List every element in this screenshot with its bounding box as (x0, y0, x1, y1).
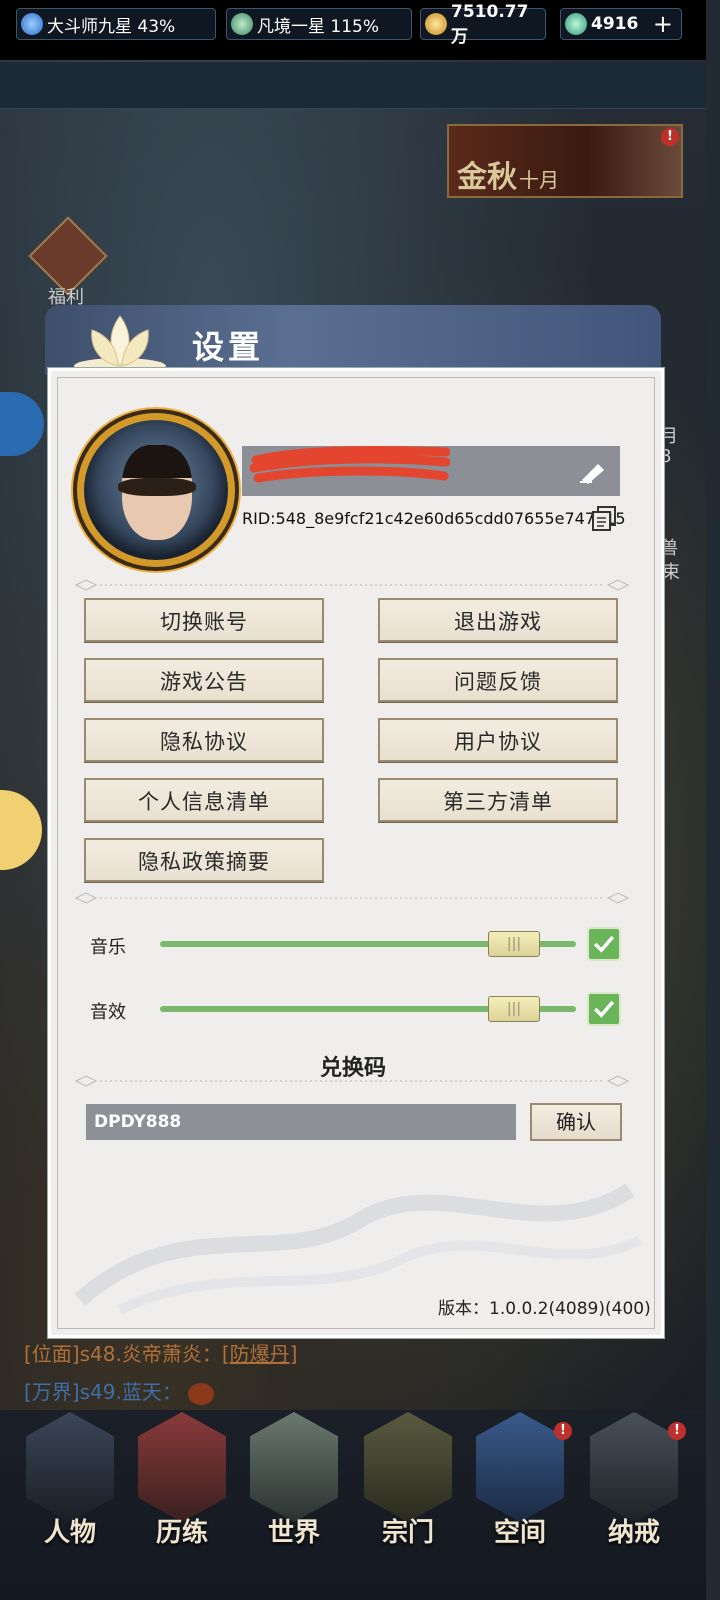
switch-account-button[interactable]: 切换账号 (84, 598, 324, 642)
redeem-code-input[interactable] (86, 1104, 516, 1140)
announcement-button[interactable]: 游戏公告 (84, 658, 324, 702)
chat-channel: [位面] (24, 1342, 80, 1366)
chat-line[interactable]: [位面]s48.炎帝萧炎：[防爆丹] (24, 1338, 297, 1367)
tab-label: 历练 (155, 1518, 208, 1548)
privacy-summary-button[interactable]: 隐私政策摘要 (84, 838, 324, 882)
jade-gem-icon (565, 13, 587, 35)
section-divider (74, 579, 630, 591)
event-banner[interactable]: 金秋 十月 ! (447, 124, 683, 198)
sfx-slider-handle[interactable]: ||| (488, 996, 540, 1022)
music-toggle[interactable] (587, 927, 621, 961)
exit-game-button[interactable]: 退出游戏 (378, 598, 618, 642)
copy-icon[interactable] (590, 505, 618, 531)
avatar-mask (118, 478, 196, 496)
personal-info-list-button[interactable]: 个人信息清单 (84, 778, 324, 822)
event-banner-title: 金秋 (457, 160, 517, 195)
tab-label: 纳戒 (607, 1518, 660, 1548)
cloud-decoration (74, 1183, 643, 1315)
music-label: 音乐 (90, 937, 126, 958)
event-banner-subtitle: 十月 (519, 168, 559, 192)
add-currency-button[interactable]: + (653, 12, 673, 36)
checkmark-icon (593, 935, 615, 953)
rid-text: RID:548_8e9fcf21c42e60d65cdd07655e747b15 (242, 509, 626, 528)
version-text: 版本：1.0.0.2(4089)(400) (438, 1299, 651, 1319)
dialog-title: 设置 (192, 328, 265, 366)
privacy-agreement-button[interactable]: 隐私协议 (84, 718, 324, 762)
feedback-button[interactable]: 问题反馈 (378, 658, 618, 702)
jade-spiral-icon (231, 13, 253, 35)
sfx-label: 音效 (90, 1002, 126, 1023)
lotus-icon (74, 315, 166, 374)
music-slider-handle[interactable]: ||| (488, 931, 540, 957)
chat-sender: s48.炎帝萧炎： (79, 1342, 222, 1366)
gold-coin-icon (425, 13, 447, 35)
edit-name-icon[interactable] (578, 458, 610, 484)
event-alert-badge: ! (661, 128, 679, 146)
resource-label: 7510.77万 (451, 1, 529, 47)
resource-bar (0, 62, 706, 109)
tab-label: 宗门 (381, 1518, 434, 1548)
section-divider (74, 892, 630, 904)
tab-ring-badge: ! (668, 1422, 686, 1440)
user-agreement-button[interactable]: 用户协议 (378, 718, 618, 762)
resource-label: 凡境一星 115% (257, 16, 380, 37)
checkmark-icon (593, 1000, 615, 1018)
tab-space-badge: ! (554, 1422, 572, 1440)
third-party-list-button[interactable]: 第三方清单 (378, 778, 618, 822)
resource-gold[interactable]: 7510.77万 (420, 2, 546, 47)
resource-gem[interactable]: 4916 + (560, 8, 682, 40)
chat-item-link[interactable]: [防爆丹] (222, 1342, 298, 1366)
blue-flame-icon (21, 13, 43, 35)
chat-channel: [万界] (24, 1380, 80, 1404)
tab-label: 世界 (267, 1518, 320, 1548)
section-divider (74, 1075, 630, 1087)
confirm-button[interactable]: 确认 (530, 1103, 622, 1141)
redaction-scribble (250, 446, 450, 483)
chat-line[interactable]: [万界]s49.蓝天： (24, 1376, 215, 1405)
tab-label: 人物 (43, 1518, 96, 1548)
side-label-end: 束 (662, 562, 680, 583)
resource-label: 大斗师九星 43% (47, 16, 176, 37)
resource-label: 4916 (591, 14, 639, 34)
resource-cultivation[interactable]: 大斗师九星 43% (16, 8, 216, 40)
tab-label: 空间 (493, 1518, 546, 1548)
resource-realm[interactable]: 凡境一星 115% (226, 8, 412, 40)
sfx-toggle[interactable] (587, 992, 621, 1026)
chat-sender: s49.蓝天： (79, 1380, 182, 1404)
chat-emoji-icon (188, 1382, 215, 1405)
